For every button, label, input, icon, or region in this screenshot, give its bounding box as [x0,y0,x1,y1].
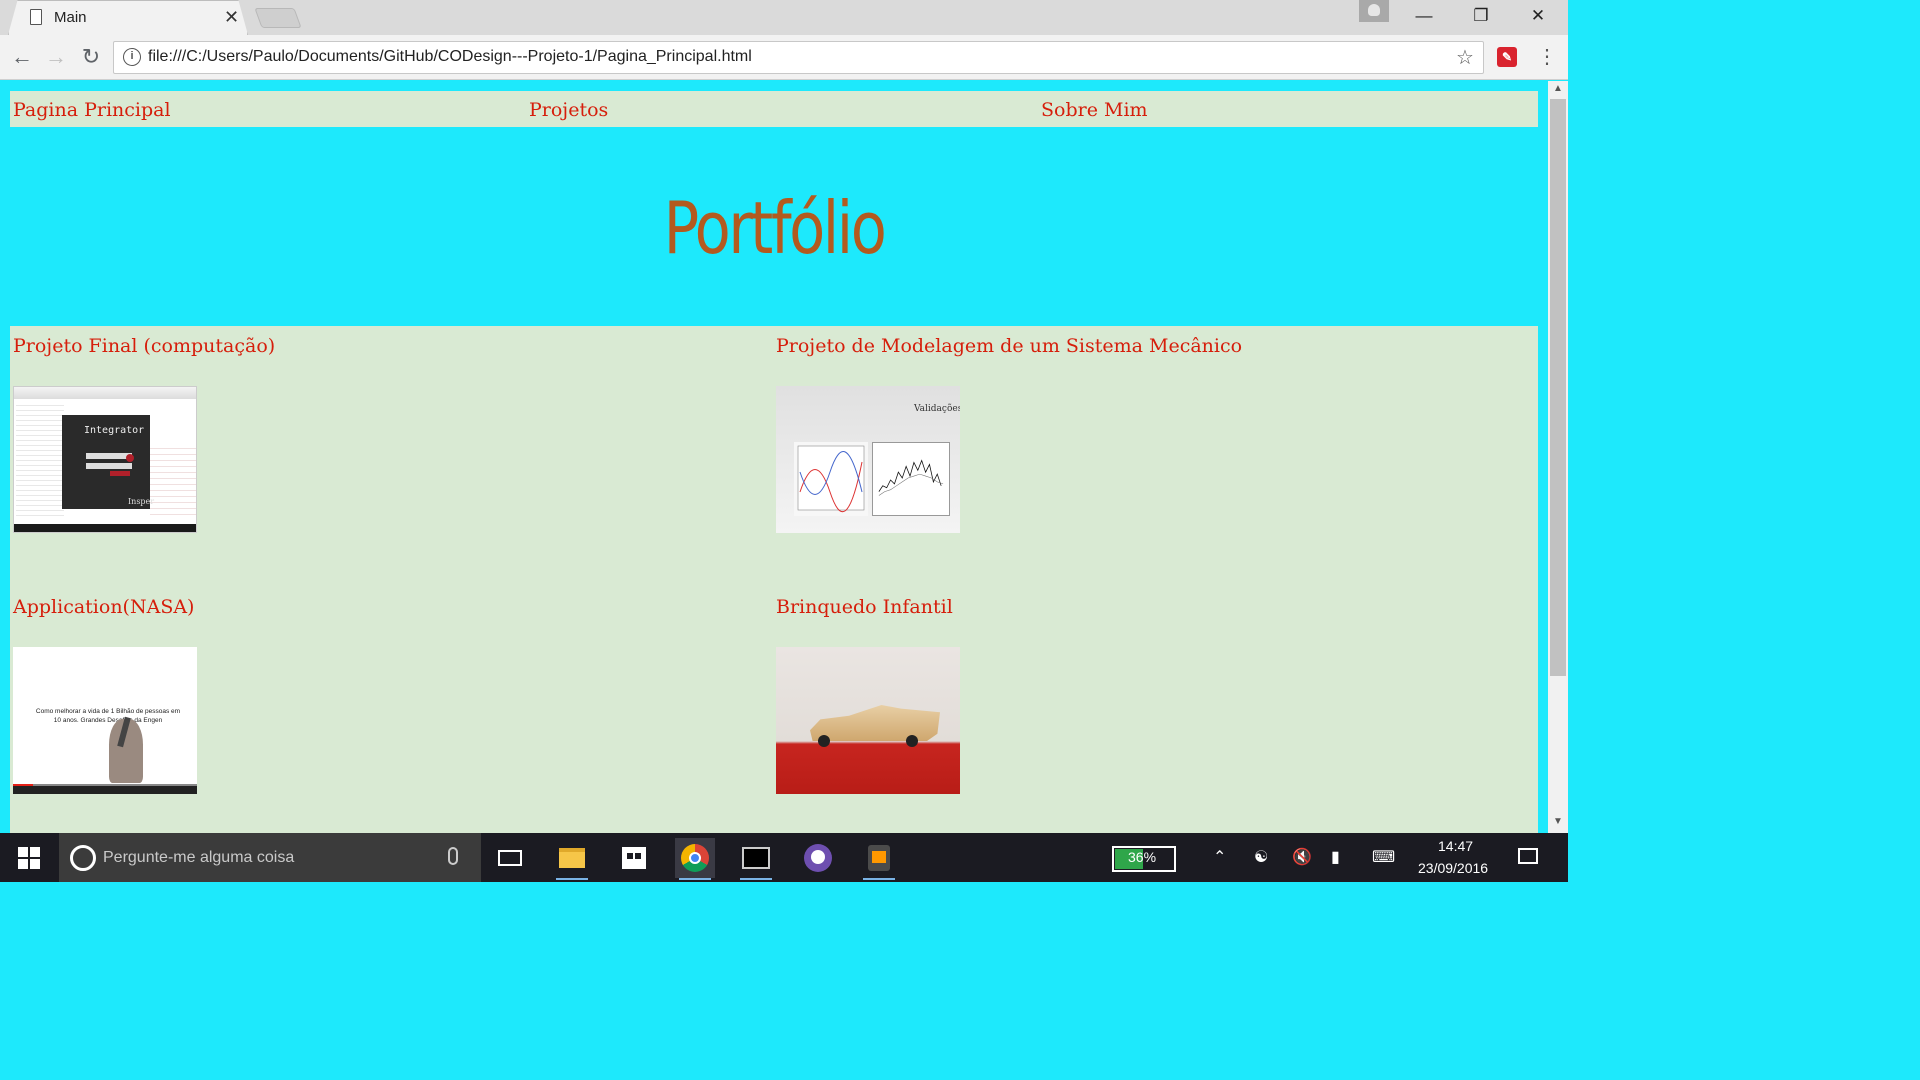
window-close-icon[interactable]: ✕ [1523,6,1553,26]
projects-panel: Projeto Final (computação) Projeto de Mo… [10,326,1538,833]
project-title[interactable]: Projeto Final (computação) [13,335,275,357]
thumb-code-pane [16,401,64,519]
notification-center-icon[interactable] [1518,848,1538,864]
info-icon[interactable]: i [123,48,141,66]
scroll-up-icon[interactable]: ▲ [1553,83,1563,94]
volume-muted-icon[interactable]: 🔇 [1292,847,1312,867]
thumb-label: Validações: [914,404,960,414]
thumb-wheel [906,735,918,747]
hero-title: Portfólio [663,186,887,270]
file-explorer-icon[interactable] [552,838,592,880]
url-text[interactable]: file:///C:/Users/Paulo/Documents/GitHub/… [148,48,752,66]
cortana-icon[interactable] [70,845,96,871]
battery-icon[interactable]: ▮ [1331,847,1340,867]
keyboard-icon[interactable]: ⌨ [1372,847,1395,867]
github-desktop-icon[interactable] [798,838,838,878]
profile-icon [1368,4,1380,16]
wifi-icon[interactable]: ☯ [1254,847,1268,867]
thumb-video-caption: Como melhorar a vida de 1 Bilhão de pess… [35,708,181,724]
nav-link-pagina-principal[interactable]: Pagina Principal [13,99,171,121]
project-thumbnail-computacao[interactable]: Integrator Insper [13,386,197,533]
thumb-toolbar [14,387,196,399]
project-thumbnail-nasa[interactable]: Como melhorar a vida de 1 Bilhão de pess… [13,647,197,794]
project-title[interactable]: Projeto de Modelagem de um Sistema Mecân… [776,335,1242,357]
forward-icon[interactable]: → [42,44,70,70]
thumb-dialog-button [110,471,130,476]
clock-time[interactable]: 14:47 [1438,838,1473,854]
clock-date[interactable]: 23/09/2016 [1418,860,1488,876]
project-thumbnail-modelagem[interactable]: Validações: [776,386,960,533]
reload-icon[interactable]: ↻ [77,44,105,70]
terminal-icon[interactable] [736,838,776,880]
store-icon[interactable] [614,838,654,878]
file-icon [30,9,42,25]
thumb-taskbar [14,524,196,532]
chrome-icon[interactable] [675,838,715,880]
extension-icon[interactable]: ✎ [1497,47,1517,67]
taskbar-search-placeholder[interactable]: Pergunte-me alguma coisa [103,849,294,867]
new-tab-button[interactable] [254,8,302,28]
tab-title: Main [54,9,87,26]
browser-tab[interactable] [8,0,248,35]
windows-start-icon[interactable] [18,847,40,869]
thumb-wheel [818,735,830,747]
star-icon[interactable]: ☆ [1456,45,1474,70]
nav-link-projetos[interactable]: Projetos [529,99,608,121]
thumb-input [86,463,132,469]
thumb-dialog-title: Integrator [84,425,145,436]
thumb-console-pane [150,443,196,519]
project-title[interactable]: Brinquedo Infantil [776,596,953,618]
thumb-wooden-car [810,705,940,741]
chevron-up-icon[interactable]: ⌃ [1213,847,1226,867]
restore-icon[interactable]: ❐ [1466,6,1496,26]
microphone-icon[interactable] [448,847,458,865]
battery-percent: 36% [1128,849,1157,865]
thumb-red-button [126,454,134,462]
back-icon[interactable]: ← [8,44,36,70]
nav-link-sobre-mim[interactable]: Sobre Mim [1041,99,1148,121]
task-view-icon[interactable] [490,838,530,878]
page-viewport: Pagina Principal Projetos Sobre Mim Port… [0,81,1548,833]
sublime-text-icon[interactable] [859,838,899,880]
site-navbar: Pagina Principal Projetos Sobre Mim [10,91,1538,127]
project-thumbnail-brinquedo[interactable] [776,647,960,794]
scroll-down-icon[interactable]: ▼ [1553,816,1563,827]
menu-icon[interactable]: ⋮ [1537,44,1557,69]
minimize-icon[interactable]: — [1409,6,1439,26]
close-tab-icon[interactable]: ✕ [224,7,239,28]
scrollbar-thumb[interactable] [1550,99,1566,676]
thumb-noisy-chart [872,442,950,516]
thumb-video-controls [13,786,197,794]
thumb-brand: Insper [128,497,155,506]
project-title[interactable]: Application(NASA) [13,596,194,618]
thumb-sine-chart [794,442,868,516]
